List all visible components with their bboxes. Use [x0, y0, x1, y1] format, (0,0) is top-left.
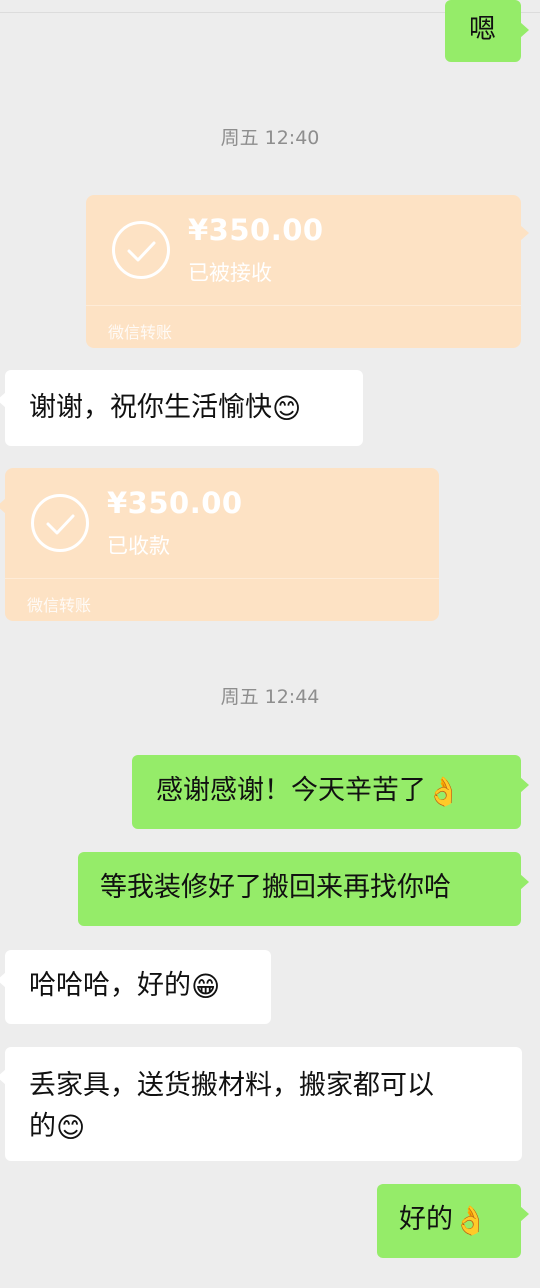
message-text-line-2: 的😊: [29, 1106, 522, 1147]
message-text: 谢谢，祝你生活愉快: [29, 392, 272, 423]
smile-emoji-icon: 😊: [56, 1110, 86, 1144]
message-bubble-sent[interactable]: 嗯: [445, 0, 529, 62]
message-text: 的: [29, 1111, 56, 1142]
check-circle-icon: [31, 494, 89, 552]
transfer-divider: [86, 305, 521, 306]
transfer-status: 已收款: [107, 534, 170, 558]
message-bubble-received[interactable]: 哈哈哈，好的😁: [0, 950, 271, 1024]
wechat-transfer-card-received[interactable]: ¥350.00 已收款 微信转账: [0, 468, 439, 621]
timestamp: 周五 12:40: [220, 127, 320, 149]
transfer-amount: ¥350.00: [188, 213, 324, 247]
timestamp: 周五 12:44: [220, 686, 320, 708]
transfer-label: 微信转账: [108, 323, 173, 342]
grin-emoji-icon: 😁: [191, 969, 221, 1003]
transfer-amount: ¥350.00: [107, 486, 243, 520]
message-text: 哈哈哈，好的: [29, 970, 191, 1001]
message-text-line-1: 丢家具，送货搬材料，搬家都可以: [29, 1070, 434, 1101]
wechat-transfer-card-sent[interactable]: ¥350.00 已被接收 微信转账: [86, 195, 529, 348]
message-bubble-received[interactable]: 丢家具，送货搬材料，搬家都可以 的😊: [0, 1047, 522, 1161]
message-bubble-sent[interactable]: 感谢感谢！今天辛苦了👌: [132, 755, 529, 829]
transfer-status: 已被接收: [188, 261, 272, 285]
message-bubble-sent[interactable]: 等我装修好了搬回来再找你哈: [78, 852, 529, 926]
message-text: 好的: [399, 1204, 453, 1235]
transfer-divider: [5, 578, 439, 579]
ok-hand-emoji-icon: 👌: [453, 1203, 488, 1237]
message-text: 等我装修好了搬回来再找你哈: [100, 872, 451, 903]
transfer-label: 微信转账: [27, 596, 92, 615]
smile-emoji-icon: 😊: [272, 391, 302, 425]
message-bubble-received[interactable]: 谢谢，祝你生活愉快😊: [0, 370, 363, 446]
check-circle-icon: [112, 221, 170, 279]
message-text: 感谢感谢！今天辛苦了: [156, 775, 426, 806]
message-text: 嗯: [469, 14, 496, 45]
ok-hand-emoji-icon: 👌: [426, 774, 461, 808]
message-bubble-sent[interactable]: 好的👌: [377, 1184, 529, 1258]
